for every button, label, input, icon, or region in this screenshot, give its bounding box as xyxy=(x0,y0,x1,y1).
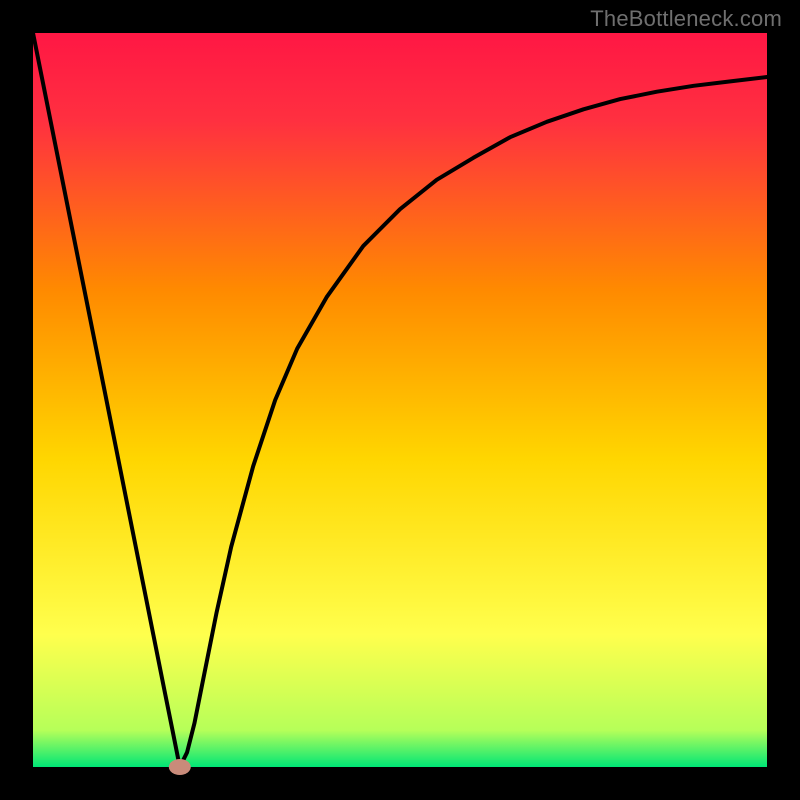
minimum-marker xyxy=(169,759,191,775)
plot-area xyxy=(33,33,767,767)
bottleneck-chart xyxy=(0,0,800,800)
watermark-text: TheBottleneck.com xyxy=(590,6,782,32)
chart-frame: TheBottleneck.com xyxy=(0,0,800,800)
